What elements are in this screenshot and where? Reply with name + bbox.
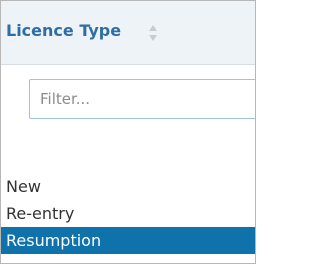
filter-dropdown-panel: Licence Type New Re-entry Resumption — [0, 0, 256, 264]
option-re-entry[interactable]: Re-entry — [1, 200, 255, 227]
option-resumption[interactable]: Resumption — [1, 227, 255, 254]
column-header-title[interactable]: Licence Type — [6, 21, 121, 40]
options-list: New Re-entry Resumption — [1, 173, 255, 254]
option-new[interactable]: New — [1, 173, 255, 200]
filter-row — [6, 65, 255, 125]
sort-up-down-icon[interactable] — [147, 23, 159, 43]
column-header[interactable]: Licence Type — [1, 1, 255, 65]
filter-input[interactable] — [29, 79, 255, 119]
